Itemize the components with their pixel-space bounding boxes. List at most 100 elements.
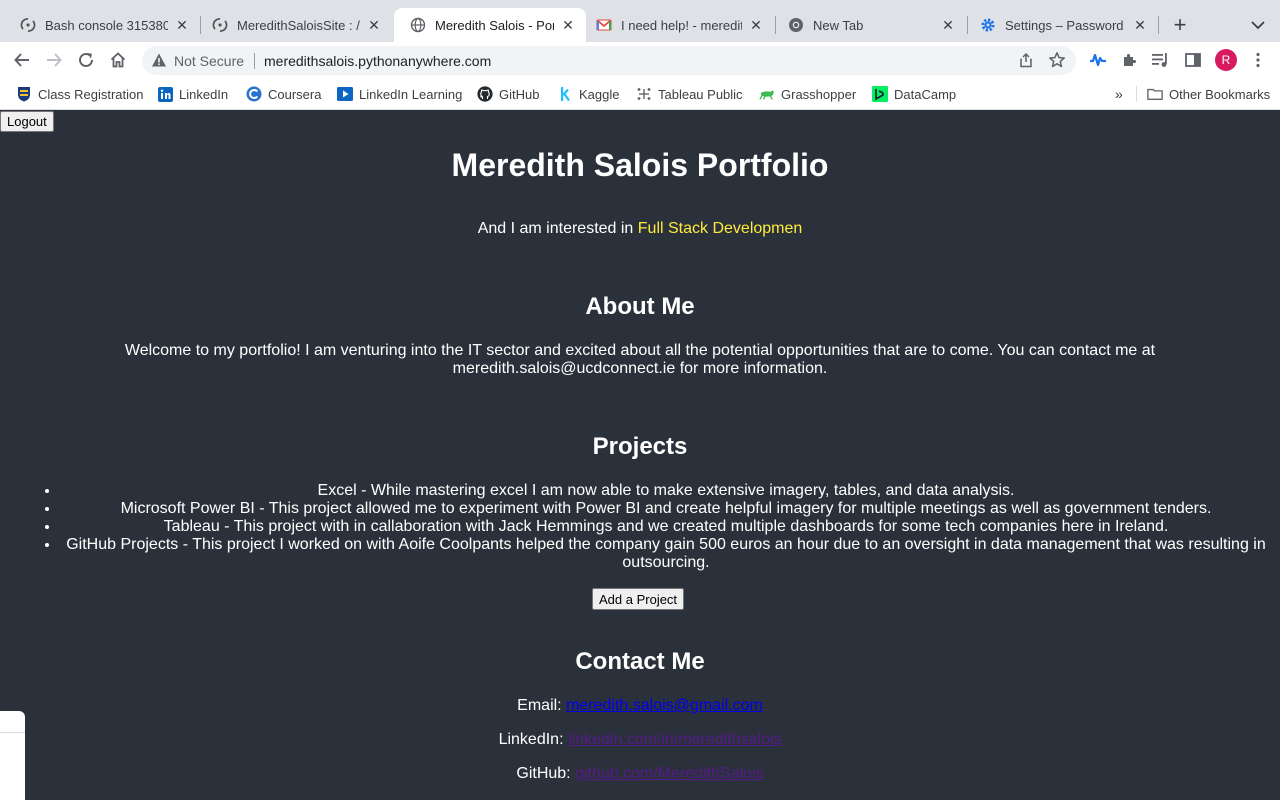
tab-settings-password-manager[interactable]: Settings – Password Manager ✕ [964, 8, 1158, 42]
bookmarks-separator [1136, 86, 1137, 102]
bookmark-tableau-public[interactable]: Tableau Public [636, 84, 743, 104]
tab-meredithsaloissite[interactable]: MeredithSaloisSite : /home ✕ [196, 8, 392, 42]
tableau-icon [636, 86, 652, 102]
list-item: Tableau - This project with in callabora… [60, 518, 1272, 536]
list-item: GitHub Projects - This project I worked … [60, 536, 1272, 572]
contact-linkedin-line: LinkedIn: linkedin.com/in/meredithsalois [0, 731, 1280, 749]
add-project-button[interactable]: Add a Project [592, 588, 685, 610]
bookmark-label: LinkedIn [179, 86, 229, 102]
linkedin-link[interactable]: linkedin.com/in/meredithsalois [568, 731, 781, 748]
kebab-menu-icon[interactable] [1248, 50, 1268, 70]
about-text: Welcome to my portfolio! I am venturing … [124, 342, 1156, 377]
extension-wave-icon[interactable] [1088, 50, 1108, 70]
bookmark-datacamp[interactable]: DataCamp [872, 84, 956, 104]
tab-separator [1158, 16, 1159, 34]
bookmark-label: Coursera [268, 86, 322, 102]
github-label: GitHub: [516, 765, 571, 782]
not-secure-label[interactable]: Not Secure [174, 53, 244, 69]
linkedin-label: LinkedIn: [498, 731, 564, 748]
tab-label: New Tab [813, 17, 864, 33]
datacamp-icon [872, 86, 888, 102]
interest-prefix: And I am interested in [477, 220, 634, 237]
bookmarks-overflow-chevron-icon[interactable]: » [1115, 86, 1123, 102]
email-label: Email: [517, 697, 562, 714]
bookmark-kaggle[interactable]: Kaggle [557, 84, 619, 104]
media-queue-icon[interactable] [1151, 50, 1171, 70]
bookmark-label: GitHub [499, 86, 540, 102]
profile-initial: R [1221, 53, 1231, 67]
bookmark-label: Kaggle [579, 86, 620, 102]
reload-icon[interactable] [75, 49, 97, 71]
bookmark-github[interactable]: GitHub [477, 84, 539, 104]
projects-list: Excel - While mastering excel I am now a… [40, 482, 1272, 572]
about-heading: About Me [585, 293, 695, 320]
kaggle-icon [557, 86, 573, 102]
github-link[interactable]: github.com/MeredithSalois [575, 765, 764, 782]
side-panel-divider [0, 732, 25, 733]
close-icon[interactable]: ✕ [748, 17, 764, 33]
contact-heading: Contact Me [575, 648, 705, 675]
bookmark-coursera[interactable]: Coursera [246, 84, 321, 104]
contact-github-line: GitHub: github.com/MeredithSalois [0, 765, 1280, 783]
bookmark-class-registration[interactable]: Class Registration [16, 84, 144, 104]
address-bar[interactable]: Not Secure meredithsalois.pythonanywhere… [142, 46, 1076, 75]
extensions-puzzle-icon[interactable] [1120, 50, 1140, 70]
chrome-icon [788, 17, 804, 33]
url-text[interactable]: meredithsalois.pythonanywhere.com [264, 53, 491, 69]
close-icon[interactable]: ✕ [940, 17, 956, 33]
forward-arrow-icon[interactable] [43, 49, 65, 71]
github-icon [477, 86, 493, 102]
linkedin-icon [157, 86, 173, 102]
projects-heading: Projects [592, 433, 688, 460]
list-item: Excel - While mastering excel I am now a… [60, 482, 1272, 500]
coursera-icon [246, 86, 262, 102]
side-panel-icon[interactable] [1183, 50, 1203, 70]
tab-strip: Bash console 31538047 ✕ MeredithSaloisSi… [0, 0, 1280, 42]
tab-portfolio-active[interactable]: Meredith Salois - Portfolio ✕ [394, 8, 586, 42]
grasshopper-icon [759, 86, 775, 102]
logout-button[interactable]: Logout [0, 111, 54, 132]
bookmark-label: Other Bookmarks [1169, 86, 1271, 102]
tab-gmail[interactable]: I need help! - meredith ✕ [580, 8, 774, 42]
back-arrow-icon[interactable] [11, 49, 33, 71]
interest-line: And I am interested in Full Stack Develo… [0, 220, 1280, 238]
close-icon[interactable]: ✕ [1132, 17, 1148, 33]
home-icon[interactable] [107, 49, 129, 71]
globe-icon [410, 17, 426, 33]
new-tab-button[interactable]: + [1168, 13, 1192, 37]
bookmarks-bar: Class Registration LinkedIn Coursera Lin… [0, 78, 1280, 110]
bookmark-grasshopper[interactable]: Grasshopper [759, 84, 856, 104]
linkedin-learning-icon [337, 86, 353, 102]
warning-triangle-icon[interactable] [151, 52, 167, 68]
page-content: Logout Meredith Salois Portfolio And I a… [0, 111, 1280, 800]
pythonanywhere-icon [20, 17, 36, 33]
contact-email-line: Email: meredith.salois@gmail.com [0, 697, 1280, 715]
bookmark-label: DataCamp [894, 86, 957, 102]
bookmark-other-bookmarks[interactable]: Other Bookmarks [1147, 84, 1270, 104]
gmail-icon [596, 17, 612, 33]
close-icon[interactable]: ✕ [366, 17, 382, 33]
pythonanywhere-icon [212, 17, 228, 33]
page-title: Meredith Salois Portfolio [451, 147, 829, 183]
close-icon[interactable]: ✕ [174, 17, 190, 33]
folder-icon [1147, 86, 1163, 102]
tab-search-chevron-icon[interactable] [1248, 15, 1268, 35]
profile-avatar[interactable]: R [1215, 49, 1237, 71]
tab-label: Bash console 31538047 [45, 17, 168, 33]
partial-side-panel [0, 711, 25, 800]
close-icon[interactable]: ✕ [560, 17, 576, 33]
bookmark-linkedin[interactable]: LinkedIn [157, 84, 228, 104]
tab-bash-console[interactable]: Bash console 31538047 ✕ [4, 8, 200, 42]
ucd-shield-icon [16, 86, 32, 102]
email-link[interactable]: meredith.salois@gmail.com [566, 697, 763, 714]
tab-label: Meredith Salois - Portfolio [435, 17, 554, 33]
tab-label: MeredithSaloisSite : /home [237, 17, 360, 33]
bookmark-label: Tableau Public [658, 86, 743, 102]
omnibox-divider [254, 53, 255, 69]
bookmark-linkedin-learning[interactable]: LinkedIn Learning [337, 84, 462, 104]
tab-new-tab[interactable]: New Tab ✕ [772, 8, 966, 42]
tab-label: Settings – Password Manager [1005, 17, 1126, 33]
share-icon[interactable] [1018, 52, 1034, 68]
interest-typing-text: Full Stack Developmen [637, 220, 803, 237]
bookmark-star-icon[interactable] [1048, 51, 1066, 69]
